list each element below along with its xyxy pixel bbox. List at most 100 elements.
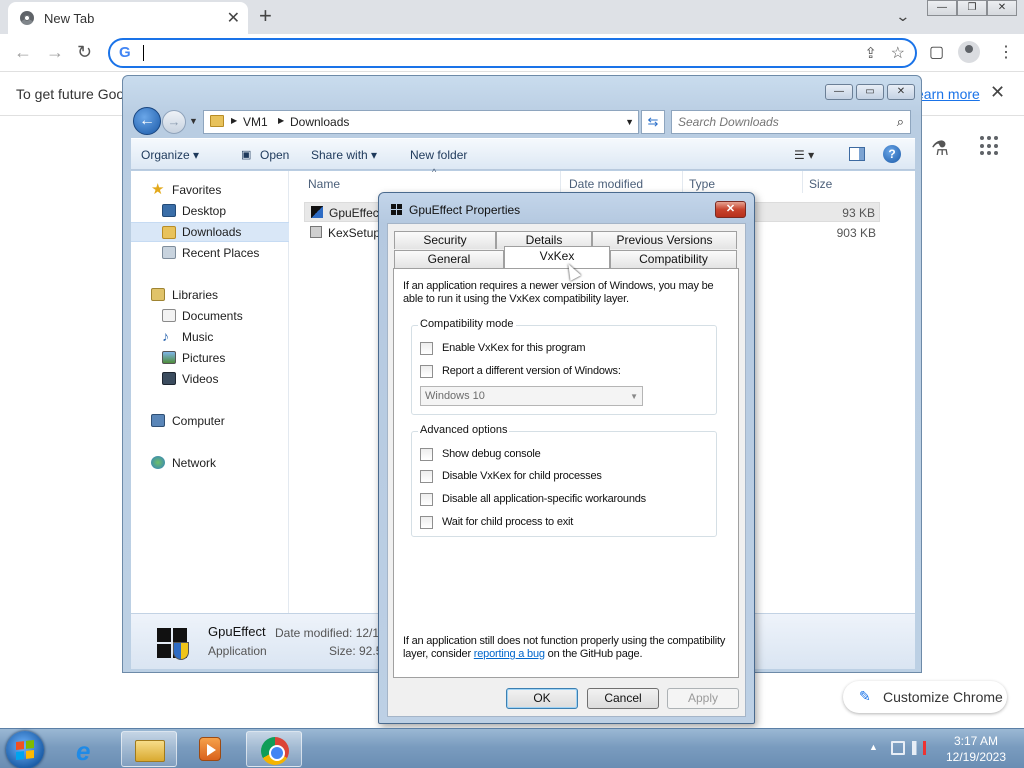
cancel-button[interactable]: Cancel [587,688,659,709]
google-apps-icon[interactable] [980,136,1000,156]
dialog-client-area: Security Details Previous Versions Gener… [387,223,746,717]
address-dropdown-icon[interactable]: ▼ [625,117,634,127]
folder-icon [210,115,224,127]
nav-label: Documents [182,309,243,323]
explorer-close-button[interactable]: ✕ [887,84,915,100]
apply-button[interactable]: Apply [667,688,739,709]
explorer-window-controls: — ▭ ✕ [825,84,915,100]
explorer-back-button[interactable]: ← [133,107,161,135]
close-button[interactable]: ✕ [987,0,1017,16]
column-header-name[interactable]: Name [308,177,340,191]
vxkex-intro-text: If an application requires a newer versi… [403,280,714,305]
nav-music[interactable]: ♪ Music [131,327,289,347]
nav-recent-places[interactable]: Recent Places [131,243,289,263]
new-tab-button[interactable]: + [259,3,272,29]
column-header-size[interactable]: Size [809,177,832,191]
menu-kebab-icon[interactable]: ⋮ [998,42,1014,62]
taskbar-explorer[interactable] [121,731,177,767]
tab-vxkex[interactable]: VxKex [504,246,610,268]
checkbox-box[interactable] [420,470,433,483]
tab-search-icon[interactable]: ⌄ [895,8,910,25]
share-with-button[interactable]: Share with ▾ [311,148,377,162]
breadcrumb-downloads[interactable]: Downloads [290,115,349,129]
system-clock[interactable]: 3:17 AM 12/19/2023 [936,733,1016,765]
checkbox-box[interactable] [420,448,433,461]
back-arrow-icon[interactable]: ← [14,42,32,63]
explorer-minimize-button[interactable]: — [825,84,853,100]
google-icon: G [119,44,131,61]
show-hidden-icons-icon[interactable]: ▲ [869,742,878,752]
organize-button[interactable]: Organize ▾ [141,148,199,162]
downloads-folder-icon [162,226,176,239]
explorer-forward-button[interactable]: → [162,110,186,134]
nav-desktop[interactable]: Desktop [131,201,289,221]
preview-pane-icon[interactable] [849,147,865,161]
minimize-button[interactable]: — [927,0,957,16]
nav-computer[interactable]: Computer [131,411,289,431]
restore-button[interactable]: ❐ [957,0,987,16]
tab-compatibility[interactable]: Compatibility [610,250,737,268]
change-view-icon[interactable]: ☰ ▾ [794,148,814,162]
start-button[interactable] [6,731,44,768]
tab-security[interactable]: Security [394,231,496,249]
taskbar-media-player[interactable] [182,731,238,767]
search-downloads-input[interactable] [678,112,888,132]
tab-general[interactable]: General [394,250,504,268]
reload-icon[interactable]: ↻ [77,42,92,63]
breadcrumb-separator-icon[interactable]: ▶ [278,116,284,125]
details-file-name: GpuEffect [208,624,266,639]
breadcrumb-separator-icon[interactable]: ▶ [231,116,237,125]
explorer-address-row: ← → ▼ ▶ VM1 ▶ Downloads ▼ ⇆ ⌕ [131,106,916,136]
customize-chrome-button[interactable]: ✎ Customize Chrome [843,681,1007,713]
reporting-a-bug-link[interactable]: reporting a bug [474,648,545,660]
nav-videos[interactable]: Videos [131,369,289,389]
column-header-type[interactable]: Type [689,177,715,191]
taskbar-internet-explorer[interactable]: e [60,731,116,767]
network-tray-icon[interactable] [891,741,905,755]
breadcrumb-vm1[interactable]: VM1 [243,115,268,129]
side-panel-icon[interactable]: ▢ [929,42,944,62]
nav-libraries[interactable]: Libraries [131,285,289,305]
explorer-address-bar[interactable]: ▶ VM1 ▶ Downloads ▼ [203,110,639,134]
nav-label: Pictures [182,351,226,365]
explorer-refresh-icon[interactable]: ⇆ [641,110,665,134]
history-dropdown-icon[interactable]: ▼ [189,116,198,126]
labs-flask-icon[interactable]: ⚗ [931,136,949,161]
explorer-maximize-button[interactable]: ▭ [856,84,884,100]
share-icon[interactable]: ⇪ [864,44,877,62]
explorer-search-box[interactable]: ⌕ [671,110,911,134]
ok-button[interactable]: OK [506,688,578,709]
volume-muted-icon[interactable] [912,741,926,755]
file-size: 93 KB [842,206,875,220]
new-folder-button[interactable]: New folder [410,148,467,162]
nav-favorites[interactable]: ★ Favorites [131,180,289,200]
column-header-date-modified[interactable]: Date modified [569,177,643,191]
checkbox-box[interactable] [420,365,433,378]
tab-new-tab[interactable]: New Tab ✕ [8,2,248,34]
open-button[interactable]: Open [260,148,289,162]
address-bar[interactable]: G ⇪ ☆ [108,38,917,68]
learn-more-link[interactable]: earn more [916,86,980,102]
checkbox-label: Wait for child process to exit [442,516,574,528]
nav-documents[interactable]: Documents [131,306,289,326]
music-note-icon: ♪ [162,328,169,344]
clock-date: 12/19/2023 [945,750,1007,764]
tab-close-icon[interactable]: ✕ [227,8,240,28]
nav-downloads[interactable]: Downloads [131,222,289,242]
dialog-close-button[interactable]: ✕ [715,201,746,218]
checkbox-box[interactable] [420,516,433,529]
tab-previous-versions[interactable]: Previous Versions [592,231,737,249]
checkbox-box[interactable] [420,493,433,506]
nav-network[interactable]: Network [131,453,289,473]
info-bar-close-icon[interactable]: ✕ [990,82,1005,103]
bookmark-star-icon[interactable]: ☆ [891,43,905,63]
windows-version-dropdown[interactable]: Windows 10 ▼ [420,386,643,406]
forward-arrow-icon[interactable]: → [46,42,64,63]
nav-pictures[interactable]: Pictures [131,348,289,368]
taskbar-chrome[interactable] [246,731,302,767]
clock-time: 3:17 AM [953,734,999,748]
explorer-command-bar: Organize ▾ ▣ Open Share with ▾ New folde… [131,138,915,170]
help-icon[interactable]: ? [883,145,901,163]
checkbox-box[interactable] [420,342,433,355]
profile-avatar-icon[interactable] [958,41,980,63]
